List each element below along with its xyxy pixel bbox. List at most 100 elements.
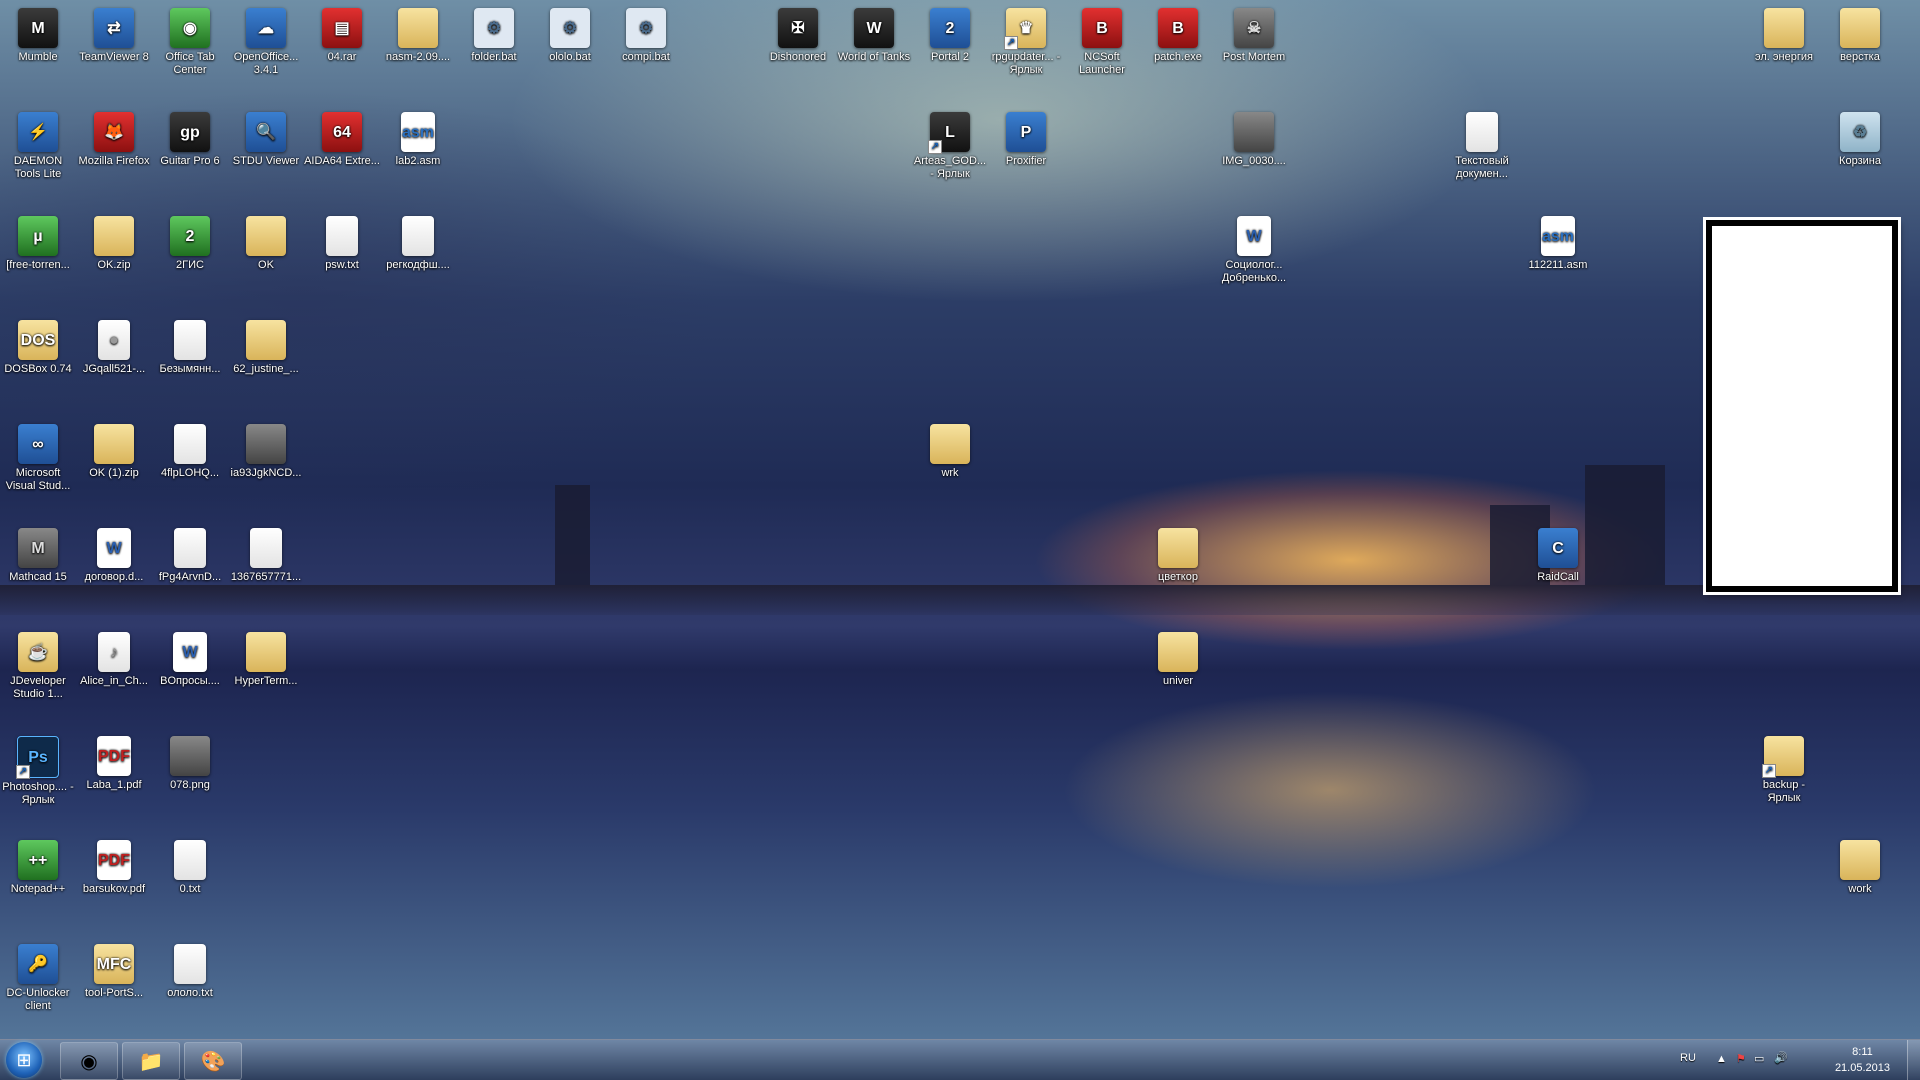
desktop-icon[interactable]: W Социолог... Добренько... [1216, 212, 1292, 285]
desktop-icon[interactable]: C RaidCall [1520, 524, 1596, 584]
desktop-icon[interactable]: ☁ OpenOffice... 3.4.1 [228, 4, 304, 77]
desktop-icon[interactable]: asm 112211.asm [1520, 212, 1596, 272]
desktop-icon[interactable]: ⚙ compi.bat [608, 4, 684, 64]
desktop-icon[interactable]: 62_justine_... [228, 316, 304, 376]
desktop-icon[interactable]: 🔑 DC-Unlocker client [0, 940, 76, 1013]
desktop-icon[interactable]: W World of Tanks [836, 4, 912, 64]
volume-icon[interactable]: 🔊 [1774, 1051, 1788, 1064]
desktop-icon[interactable]: wrk [912, 420, 988, 480]
desktop-icon[interactable]: B NCSoft Launcher [1064, 4, 1140, 77]
utorrent-icon: µ [18, 216, 58, 256]
desktop-icon[interactable]: 4flpLOHQ... [152, 420, 228, 480]
desktop-icon[interactable]: ia93JgkNCD... [228, 420, 304, 480]
desktop-icon[interactable]: ⚙ folder.bat [456, 4, 532, 64]
action-center-flag-icon[interactable]: ⚑ [1736, 1052, 1746, 1065]
network-icon[interactable]: ▭ [1754, 1052, 1764, 1065]
desktop-icon[interactable]: work [1822, 836, 1898, 896]
desktop-icon[interactable]: Bpatch.exe [1140, 4, 1216, 64]
desktop-icon-label: [free-torren... [6, 259, 70, 271]
desktop-icon[interactable]: P Proxifier [988, 108, 1064, 168]
show-desktop-button[interactable] [1907, 1040, 1920, 1080]
paint-button[interactable]: 🎨 [184, 1042, 242, 1080]
rpg-updater-icon: ♛ [1004, 8, 1046, 50]
desktop-icon[interactable]: ⚙ ololo.bat [532, 4, 608, 64]
desktop-icon[interactable]: 1367657771... [228, 524, 304, 584]
folder-shortcut-icon [1762, 736, 1804, 778]
desktop-icon[interactable]: 2 2ГИС [152, 212, 228, 272]
desktop-icon[interactable]: OK (1).zip [76, 420, 152, 480]
desktop-icon[interactable]: ололо.txt [152, 940, 228, 1000]
taskbar: ⊞ ◉ 📁 🎨 RU ▲ ⚑ ▭ 🔊 8:11 21.05.2013 [0, 1039, 1920, 1080]
desktop-icon[interactable]: nasm-2.09.... [380, 4, 456, 64]
desktop-icon[interactable]: ♛rpgupdater... - Ярлык [988, 4, 1064, 77]
desktop-icon[interactable]: PDF barsukov.pdf [76, 836, 152, 896]
desktop-gadget-blank[interactable] [1706, 220, 1898, 592]
desktop-icon[interactable]: 64 AIDA64 Extre... [304, 108, 380, 168]
patch-exe-icon: B [1158, 8, 1198, 48]
desktop-icon[interactable]: ∞ Microsoft Visual Stud... [0, 420, 76, 493]
batch-file-icon: ⚙ [626, 8, 666, 48]
desktop-icon[interactable]: Wдоговор.d... [76, 524, 152, 584]
desktop-icon[interactable]: ♪ Alice_in_Ch... [76, 628, 152, 688]
desktop-icon[interactable]: 0.txt [152, 836, 228, 896]
desktop-icon[interactable]: ☕ JDeveloper Studio 1... [0, 628, 76, 701]
desktop-icon-label: STDU Viewer [232, 155, 300, 167]
desktop-icon-label: barsukov.pdf [82, 883, 146, 895]
desktop-icon[interactable]: ⇄ TeamViewer 8 [76, 4, 152, 64]
desktop-icon[interactable]: µ [free-torren... [0, 212, 76, 272]
desktop-icon[interactable]: 🔍 STDU Viewer [228, 108, 304, 168]
desktop-icon-label: OpenOffice... 3.4.1 [233, 51, 299, 76]
desktop-icon[interactable]: M Mathcad 15 [0, 524, 76, 584]
desktop-icon[interactable]: эл. энергия [1746, 4, 1822, 64]
desktop-icon-label: backup - Ярлык [1762, 779, 1806, 804]
desktop-icon[interactable]: MFC tool-PortS... [76, 940, 152, 1000]
desktop-icon[interactable]: ♻ Корзина [1822, 108, 1898, 168]
desktop-icon[interactable]: ✠ Dishonored [760, 4, 836, 64]
desktop-icon[interactable]: верстка [1822, 4, 1898, 64]
explorer-button[interactable]: 📁 [122, 1042, 180, 1080]
desktop-icon[interactable]: HyperTerm... [228, 628, 304, 688]
desktop-icon[interactable]: ● JGqall521-... [76, 316, 152, 376]
desktop-icon[interactable]: fPg4ArvnD... [152, 524, 228, 584]
desktop-icon[interactable]: OK.zip [76, 212, 152, 272]
desktop-icon[interactable]: PsPhotoshop.... - Ярлык [0, 732, 76, 807]
dc-unlocker-icon: 🔑 [18, 944, 58, 984]
desktop-icon[interactable]: 2 Portal 2 [912, 4, 988, 64]
desktop-icon[interactable]: LArteas_GOD... - Ярлык [912, 108, 988, 181]
desktop-icon[interactable]: ⚡ DAEMON Tools Lite [0, 108, 76, 181]
desktop-icon-label: rpgupdater... - Ярлык [991, 51, 1061, 76]
start-button[interactable]: ⊞ [6, 1042, 42, 1078]
clock[interactable]: 8:11 21.05.2013 [1835, 1044, 1890, 1076]
desktop-icon[interactable]: IMG_0030.... [1216, 108, 1292, 168]
desktop-icon[interactable]: ☠ Post Mortem [1216, 4, 1292, 64]
chrome-icon: ◉ [80, 1050, 98, 1073]
paint-icon: 🎨 [200, 1050, 226, 1073]
desktop-icon-label: 62_justine_... [233, 363, 299, 375]
language-indicator[interactable]: RU [1680, 1052, 1696, 1064]
desktop-icon[interactable]: ◉ Office Tab Center [152, 4, 228, 77]
notepad-plus-icon: ++ [18, 840, 58, 880]
desktop-icon[interactable]: Текстовый докумен... [1444, 108, 1520, 181]
desktop-icon[interactable]: 078.png [152, 732, 228, 792]
desktop-icon-label: 04.rar [327, 51, 357, 63]
desktop-icon[interactable]: ▤ 04.rar [304, 4, 380, 64]
desktop-icon[interactable]: W BOпросы.... [152, 628, 228, 688]
desktop-icon[interactable]: DOS DOSBox 0.74 [0, 316, 76, 376]
desktop-icon[interactable]: Безымянн... [152, 316, 228, 376]
desktop-icon[interactable]: регкодфш.... [380, 212, 456, 272]
desktop-icon[interactable]: univer [1140, 628, 1216, 688]
desktop-icon[interactable]: ++ Notepad++ [0, 836, 76, 896]
desktop-icon[interactable]: PDF Laba_1.pdf [76, 732, 152, 792]
2gis-icon: 2 [170, 216, 210, 256]
tray-expand-icon[interactable]: ▲ [1716, 1053, 1727, 1065]
desktop-icon[interactable]: asm lab2.asm [380, 108, 456, 168]
desktop-icon[interactable]: 🦊 Mozilla Firefox [76, 108, 152, 168]
chrome-button[interactable]: ◉ [60, 1042, 118, 1080]
desktop-icon[interactable]: psw.txt [304, 212, 380, 272]
desktop-icon[interactable]: gp Guitar Pro 6 [152, 108, 228, 168]
desktop-icon-label: Arteas_GOD... - Ярлык [913, 155, 987, 180]
desktop-icon[interactable]: цветкор [1140, 524, 1216, 584]
desktop-icon[interactable]: backup - Ярлык [1746, 732, 1822, 805]
desktop-icon[interactable]: OK [228, 212, 304, 272]
desktop-icon[interactable]: M Mumble [0, 4, 76, 64]
